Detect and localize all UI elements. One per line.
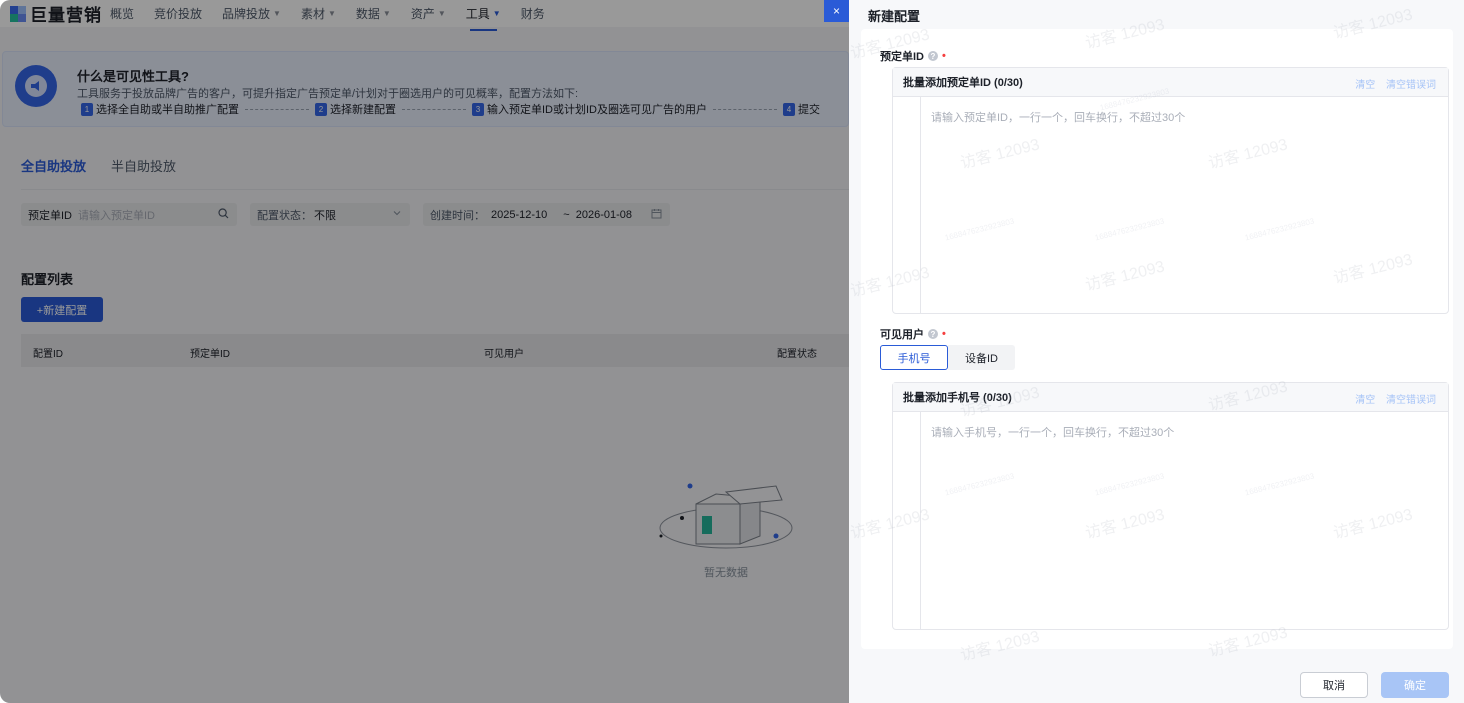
order-id-field-label: 预定单ID ? •: [880, 48, 946, 64]
drawer-title: 新建配置: [868, 9, 921, 24]
confirm-button[interactable]: 确定: [1381, 672, 1449, 698]
new-config-drawer: 新建配置 预定单ID ? • 批量添加预定单ID (0/30) 清空 清空错误词…: [849, 0, 1464, 703]
clear-button[interactable]: 清空: [1355, 80, 1375, 91]
segment-phone[interactable]: 手机号: [880, 345, 948, 370]
order-id-batch-input: 批量添加预定单ID (0/30) 清空 清空错误词 请输入预定单ID，一行一个，…: [892, 67, 1449, 314]
modal-overlay[interactable]: [0, 0, 849, 703]
clear-button[interactable]: 清空: [1355, 395, 1375, 406]
batch-input-header: 批量添加手机号 (0/30) 清空 清空错误词: [893, 383, 1448, 412]
clear-errors-button[interactable]: 清空错误词: [1386, 80, 1436, 91]
help-icon[interactable]: ?: [928, 329, 938, 339]
clear-errors-button[interactable]: 清空错误词: [1386, 395, 1436, 406]
cancel-button[interactable]: 取消: [1300, 672, 1368, 698]
phone-textarea[interactable]: 请输入手机号，一行一个，回车换行，不超过30个: [931, 424, 1174, 440]
batch-actions: 清空 清空错误词: [1347, 391, 1436, 406]
help-icon[interactable]: ?: [928, 51, 938, 61]
line-number-gutter: [893, 97, 921, 313]
field-label-text: 预定单ID: [880, 51, 924, 63]
user-type-segmented-control: 手机号 设备ID: [880, 345, 1015, 370]
batch-input-title: 批量添加手机号 (0/30): [903, 392, 1012, 404]
field-label-text: 可见用户: [880, 329, 924, 341]
phone-batch-input: 批量添加手机号 (0/30) 清空 清空错误词 请输入手机号，一行一个，回车换行…: [892, 382, 1449, 630]
batch-input-title: 批量添加预定单ID (0/30): [903, 77, 1023, 89]
required-mark: •: [942, 50, 946, 62]
visible-users-field-label: 可见用户 ? •: [880, 326, 946, 342]
required-mark: •: [942, 328, 946, 340]
drawer-form: 预定单ID ? • 批量添加预定单ID (0/30) 清空 清空错误词 请输入预…: [861, 29, 1453, 649]
batch-input-header: 批量添加预定单ID (0/30) 清空 清空错误词: [893, 68, 1448, 97]
order-id-textarea[interactable]: 请输入预定单ID，一行一个，回车换行，不超过30个: [931, 109, 1185, 125]
segment-device-id[interactable]: 设备ID: [948, 345, 1015, 370]
line-number-gutter: [893, 412, 921, 629]
batch-actions: 清空 清空错误词: [1347, 76, 1436, 91]
close-icon[interactable]: ×: [824, 0, 849, 22]
